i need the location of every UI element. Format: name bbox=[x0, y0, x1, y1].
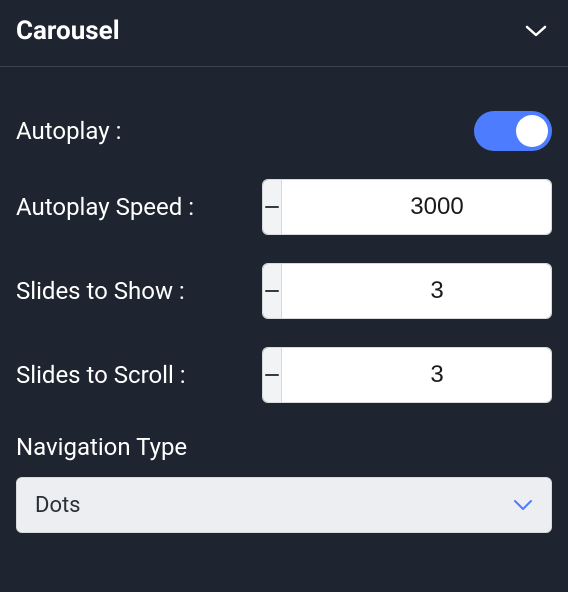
slides-to-scroll-stepper bbox=[262, 347, 552, 403]
autoplay-row: Autoplay : bbox=[16, 111, 552, 151]
slides-to-scroll-input[interactable] bbox=[282, 348, 552, 402]
autoplay-speed-row: Autoplay Speed : bbox=[16, 179, 552, 235]
collapse-panel-button[interactable] bbox=[524, 19, 548, 43]
minus-icon bbox=[263, 198, 281, 216]
slides-to-show-row: Slides to Show : bbox=[16, 263, 552, 319]
navigation-type-select[interactable]: Dots bbox=[16, 477, 552, 533]
chevron-down-icon bbox=[513, 499, 533, 511]
toggle-knob bbox=[516, 115, 548, 147]
navigation-type-label: Navigation Type bbox=[16, 433, 552, 461]
slides-to-show-input[interactable] bbox=[282, 264, 552, 318]
slides-to-show-label: Slides to Show : bbox=[16, 277, 185, 305]
slides-to-show-stepper bbox=[262, 263, 552, 319]
panel-header: Carousel bbox=[0, 0, 568, 67]
slides-to-scroll-row: Slides to Scroll : bbox=[16, 347, 552, 403]
autoplay-speed-decrement[interactable] bbox=[263, 180, 282, 234]
panel-body: Autoplay : Autoplay Speed : bbox=[0, 67, 568, 553]
slides-to-scroll-decrement[interactable] bbox=[263, 348, 282, 402]
autoplay-label: Autoplay : bbox=[16, 117, 121, 145]
autoplay-speed-label: Autoplay Speed : bbox=[16, 193, 194, 221]
slides-to-show-decrement[interactable] bbox=[263, 264, 282, 318]
autoplay-toggle[interactable] bbox=[474, 111, 552, 151]
navigation-type-value: Dots bbox=[35, 493, 81, 518]
chevron-down-icon bbox=[525, 25, 547, 37]
minus-icon bbox=[263, 282, 281, 300]
autoplay-speed-input[interactable] bbox=[282, 180, 552, 234]
panel-title: Carousel bbox=[16, 16, 120, 46]
minus-icon bbox=[263, 366, 281, 384]
slides-to-scroll-label: Slides to Scroll : bbox=[16, 361, 186, 389]
autoplay-speed-stepper bbox=[262, 179, 552, 235]
carousel-settings-panel: Carousel Autoplay : Autoplay Speed : bbox=[0, 0, 568, 592]
